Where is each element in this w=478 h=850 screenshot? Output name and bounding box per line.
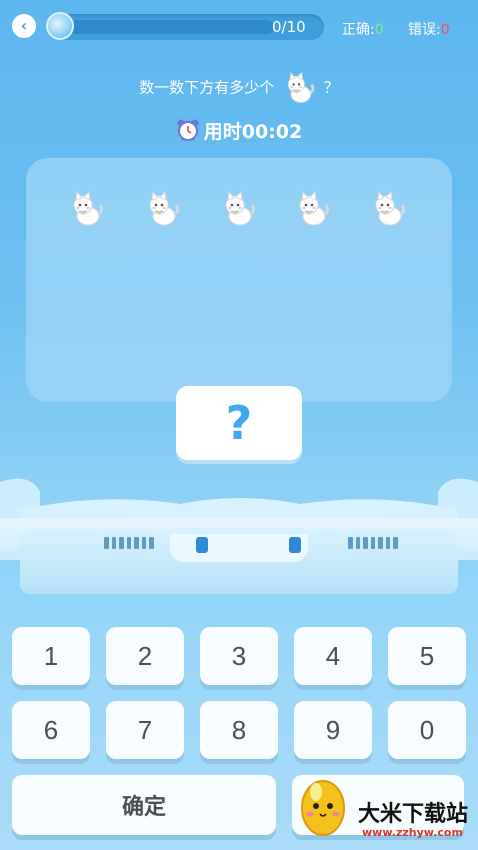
cat-icon xyxy=(375,190,406,226)
indicator-left xyxy=(196,537,208,553)
watermark-egg-logo xyxy=(301,780,345,836)
correct-label: 正确: xyxy=(342,22,375,38)
key-6[interactable]: 6 xyxy=(12,701,90,759)
confirm-label: 确定 xyxy=(121,795,166,820)
answer-box: ? xyxy=(176,386,302,460)
back-button[interactable]: ‹ xyxy=(12,14,36,38)
keyboard-notch xyxy=(170,534,308,562)
key-4[interactable]: 4 xyxy=(294,627,372,685)
watermark-brand: 大米下载站 xyxy=(358,802,469,827)
progress-rocket-icon xyxy=(46,12,74,40)
key-0[interactable]: 0 xyxy=(388,701,466,759)
key-3[interactable]: 3 xyxy=(200,627,278,685)
wrong-counter: 错误:0 xyxy=(408,19,450,39)
question-text: 数一数下方有多少个 ？ xyxy=(0,70,478,106)
key-5[interactable]: 5 xyxy=(388,627,466,685)
key-2[interactable]: 2 xyxy=(106,627,184,685)
correct-count: 0 xyxy=(374,22,384,38)
cat-icon xyxy=(299,190,330,226)
question-suffix: ？ xyxy=(323,78,339,97)
key-8[interactable]: 8 xyxy=(200,701,278,759)
progress-text: 0/10 xyxy=(272,18,306,36)
vent-right xyxy=(348,537,399,549)
progress-bar-track xyxy=(68,20,274,34)
key-7[interactable]: 7 xyxy=(106,701,184,759)
indicator-right xyxy=(289,537,301,553)
correct-counter: 正确:0 xyxy=(342,19,384,39)
wrong-count: 0 xyxy=(440,22,450,38)
cat-icon xyxy=(287,71,315,103)
confirm-button[interactable]: 确定 xyxy=(12,775,276,835)
cat-icon xyxy=(73,190,104,226)
chevron-left-icon: ‹ xyxy=(20,16,28,35)
wrong-label: 错误: xyxy=(408,22,441,38)
timer-label: 用时 xyxy=(203,121,242,143)
key-1[interactable]: 1 xyxy=(12,627,90,685)
watermark-url: www.zzhyw.com xyxy=(362,826,463,839)
cat-icon xyxy=(149,190,180,226)
alarm-clock-icon xyxy=(177,119,199,141)
timer-value: 00:02 xyxy=(241,121,303,143)
vent-left xyxy=(104,537,155,549)
key-9[interactable]: 9 xyxy=(294,701,372,759)
answer-value: ? xyxy=(225,396,253,450)
cat-icon xyxy=(225,190,256,226)
question-prefix: 数一数下方有多少个 xyxy=(139,78,275,97)
timer: 用时00:02 xyxy=(0,117,478,144)
